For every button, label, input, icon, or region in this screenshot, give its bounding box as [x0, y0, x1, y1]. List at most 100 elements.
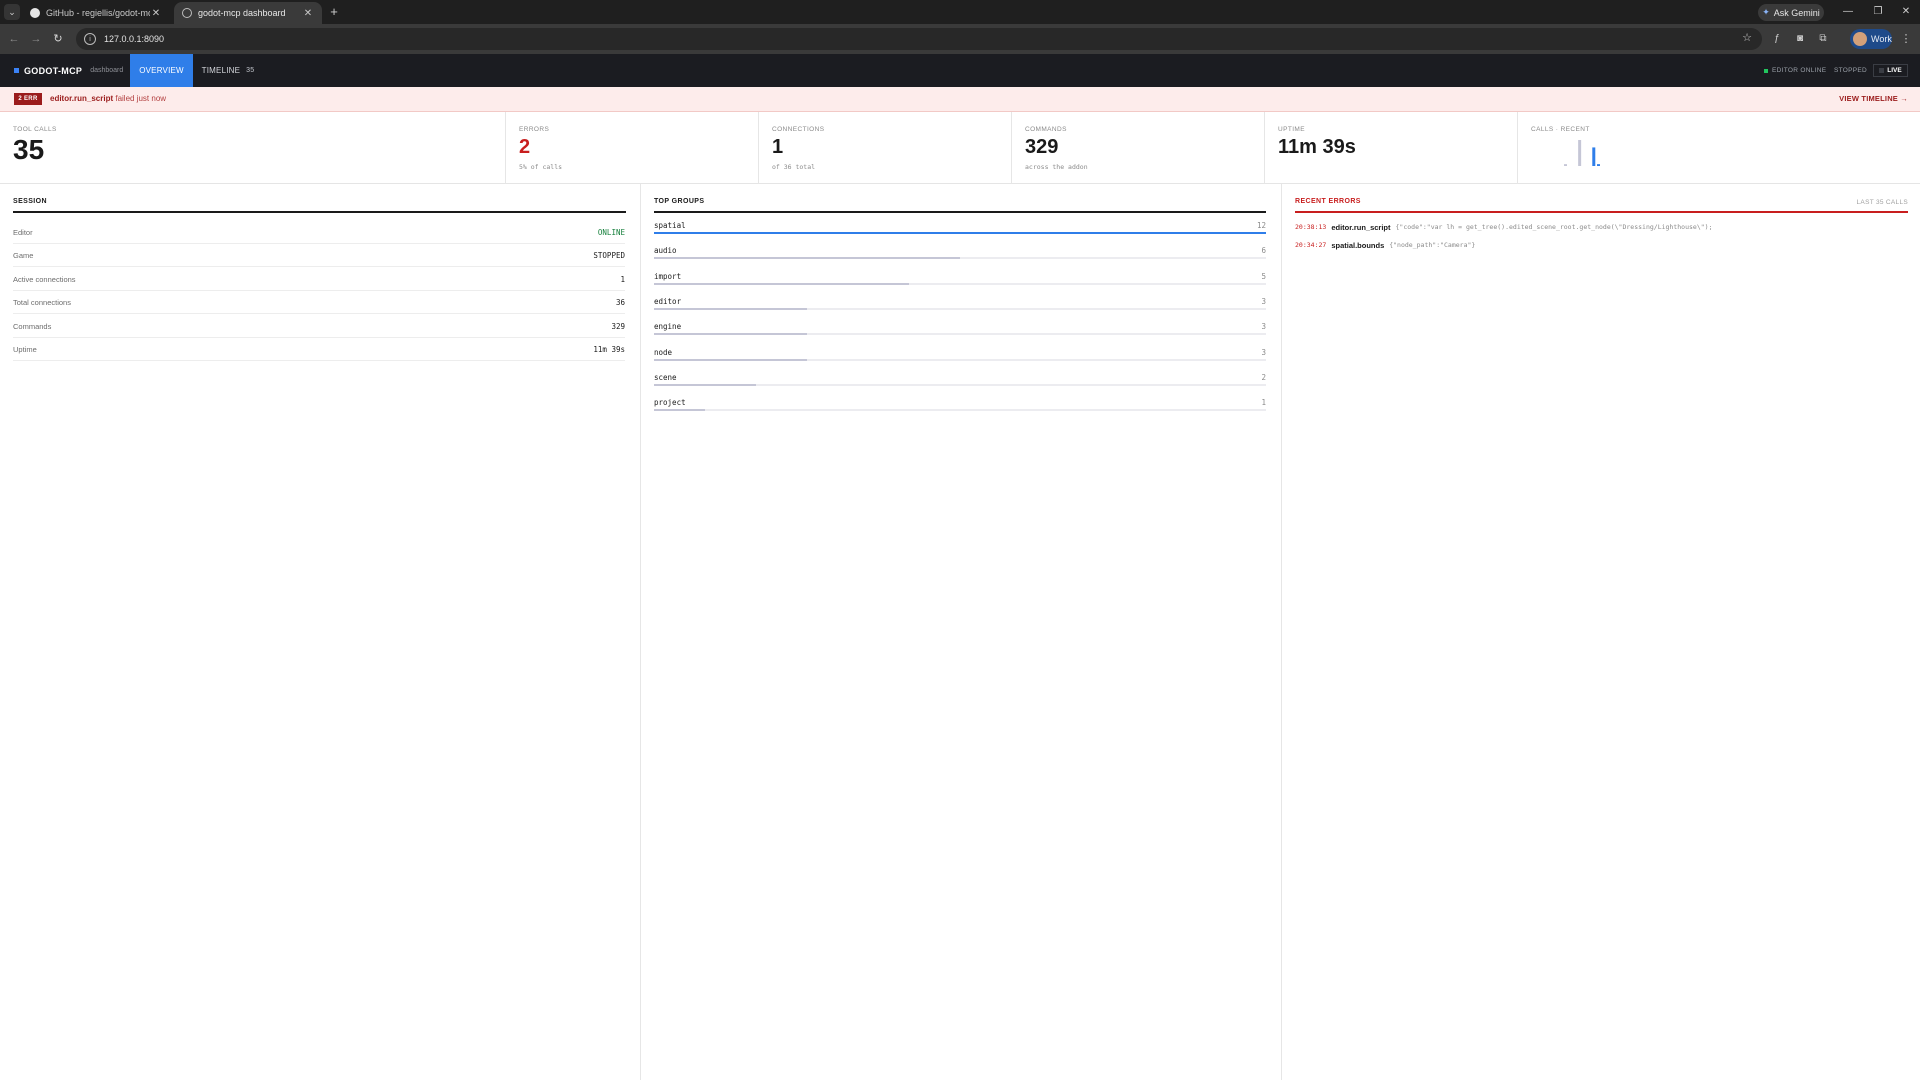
group-bar-fill	[654, 383, 756, 386]
minimize-icon[interactable]: —	[1836, 4, 1860, 20]
group-name: audio	[654, 246, 677, 256]
row-value: STOPPED	[593, 250, 625, 260]
group-name: engine	[654, 322, 682, 332]
site-info-icon[interactable]: i	[84, 33, 96, 45]
tab-label: TIMELINE	[201, 66, 241, 75]
brand-name: GODOT-MCP	[24, 65, 83, 76]
group-bar-fill	[654, 307, 807, 310]
top-groups-panel: TOP GROUPS spatial 12 audio 6 import 5 editor 3…	[640, 184, 1281, 1080]
restore-icon[interactable]: ❐	[1866, 4, 1890, 20]
stat-label: CONNECTIONS	[772, 126, 825, 133]
group-row-project: project 1	[654, 398, 1266, 418]
live-label: LIVE	[1887, 67, 1902, 74]
group-row-spatial: spatial 12	[654, 221, 1266, 241]
session-row-uptime: Uptime 11m 39s	[13, 338, 625, 361]
tab-search-icon[interactable]: ⌄	[4, 4, 20, 20]
group-count: 2	[1261, 372, 1266, 382]
group-name: import	[654, 271, 682, 281]
browser-toolbar: ← → ↻ i 127.0.0.1:8090 ☆ ƒ ◙ ⧉ Work ⋮	[0, 24, 1920, 54]
brand: GODOT-MCP dashboard	[14, 54, 123, 87]
group-bar-fill	[654, 257, 960, 260]
alert-tool-name: editor.run_script	[50, 94, 114, 103]
stat-value: 2	[519, 136, 531, 158]
panel-rule	[13, 211, 626, 213]
more-menu-icon[interactable]: ⋮	[1900, 32, 1912, 45]
ask-gemini-button[interactable]: ✦ Ask Gemini	[1758, 4, 1824, 21]
new-tab-button[interactable]: +	[326, 4, 342, 20]
error-time: 20:38:13	[1295, 223, 1327, 231]
stat-sub: across the addon	[1025, 163, 1088, 171]
group-bar-fill	[654, 232, 1266, 234]
alert-message-text: failed just now	[115, 94, 167, 103]
tab-timeline[interactable]: TIMELINE 35	[193, 54, 263, 87]
error-alert-bar: 2 ERR editor.run_script failed just now …	[0, 87, 1920, 112]
globe-icon	[182, 8, 192, 18]
recent-errors-panel: RECENT ERRORS LAST 35 CALLS 20:38:13 edi…	[1281, 184, 1920, 1080]
panel-title: RECENT ERRORS	[1295, 198, 1361, 205]
address-url[interactable]: 127.0.0.1:8090	[104, 34, 164, 44]
stat-label: UPTIME	[1278, 126, 1305, 133]
group-bar-track	[654, 409, 1266, 412]
stat-commands: COMMANDS 329 across the addon	[1011, 112, 1264, 184]
group-name: editor	[654, 296, 682, 306]
group-bar-fill	[654, 409, 705, 412]
group-count: 5	[1261, 271, 1266, 281]
stat-sub: of 36 total	[772, 163, 816, 171]
row-value: 329	[611, 321, 625, 331]
group-bar-track	[654, 333, 1266, 336]
row-value: ONLINE	[597, 227, 625, 237]
session-row-commands: Commands 329	[13, 315, 625, 338]
reload-icon[interactable]: ↻	[50, 31, 66, 47]
close-window-icon[interactable]: ✕	[1894, 4, 1918, 20]
group-count: 12	[1256, 221, 1266, 230]
row-key: Active connections	[13, 274, 76, 284]
stat-value: 329	[1025, 136, 1059, 158]
row-value: 11m 39s	[593, 344, 625, 354]
error-entry[interactable]: 20:38:13 editor.run_script {"code":"var …	[1295, 221, 1712, 233]
stat-value: 11m 39s	[1278, 136, 1356, 158]
gemini-sparkle-icon: ✦	[1762, 7, 1770, 17]
bookmark-star-icon[interactable]: ☆	[1742, 31, 1752, 44]
group-count: 1	[1261, 398, 1266, 408]
row-value: 36	[615, 297, 625, 307]
error-entry[interactable]: 20:34:27 spatial.bounds {"node_path":"Ca…	[1295, 239, 1475, 251]
browser-tab-github[interactable]: GitHub - regiellis/godot-mcp-g ✕	[22, 2, 170, 24]
close-tab-icon[interactable]: ✕	[302, 8, 314, 19]
group-row-engine: engine 3	[654, 322, 1266, 342]
profile-button[interactable]: Work	[1850, 29, 1892, 49]
view-timeline-link[interactable]: VIEW TIMELINE →	[1839, 94, 1908, 103]
error-tool: spatial.bounds	[1331, 240, 1385, 250]
spark-bar	[1564, 164, 1567, 166]
calls-recent-sparkline	[1564, 140, 1600, 166]
address-bar[interactable]: i 127.0.0.1:8090 ☆	[76, 28, 1762, 50]
camera-icon[interactable]: ◙	[1793, 32, 1807, 46]
stat-errors: ERRORS 2 5% of calls	[505, 112, 758, 184]
browser-tab-dashboard[interactable]: godot-mcp dashboard ✕	[174, 2, 322, 24]
stats-strip: TOOL CALLS 35 ERRORS 2 5% of calls CONNE…	[0, 112, 1920, 184]
live-square-icon	[1879, 68, 1885, 73]
group-row-import: import 5	[654, 272, 1266, 292]
online-dot-icon	[1764, 68, 1768, 73]
stat-uptime: UPTIME 11m 39s	[1264, 112, 1517, 184]
row-key: Uptime	[13, 344, 37, 354]
game-status-label: STOPPED	[1834, 67, 1868, 74]
forward-icon[interactable]: →	[28, 31, 44, 47]
stat-label: ERRORS	[519, 126, 550, 133]
alert-message: editor.run_script failed just now	[50, 94, 166, 103]
close-tab-icon[interactable]: ✕	[150, 8, 162, 19]
ask-gemini-label: Ask Gemini	[1773, 7, 1820, 18]
brand-square-icon	[14, 68, 19, 73]
back-icon[interactable]: ←	[6, 31, 22, 47]
puzzle-icon[interactable]: ⧉	[1816, 32, 1830, 46]
tab-count-badge: 35	[246, 67, 255, 74]
extension-icon[interactable]: ƒ	[1770, 32, 1784, 46]
tab-overview[interactable]: OVERVIEW	[130, 54, 193, 87]
group-row-editor: editor 3	[654, 297, 1266, 317]
brand-sub: dashboard	[90, 67, 124, 74]
profile-label: Work	[1871, 34, 1892, 44]
stat-tool-calls: TOOL CALLS 35	[0, 112, 505, 184]
panel-subtitle: LAST 35 CALLS	[1856, 199, 1908, 206]
stat-sub: 5% of calls	[519, 163, 563, 171]
live-toggle[interactable]: LIVE	[1873, 64, 1908, 77]
stat-value: 1	[772, 136, 784, 158]
